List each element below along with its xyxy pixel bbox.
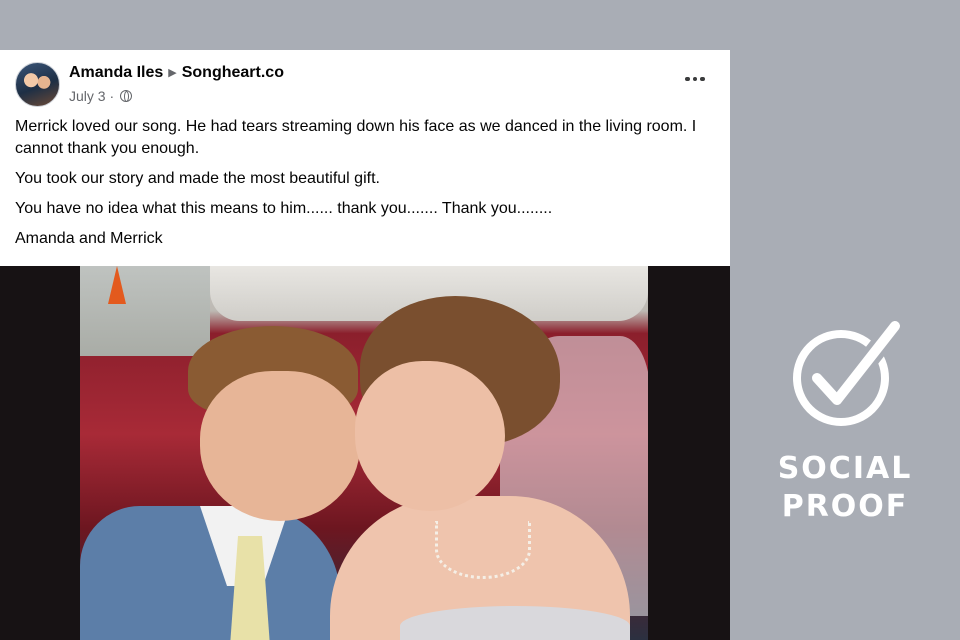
bride-necklace (435, 521, 531, 579)
author-name-link[interactable]: Amanda Iles (69, 64, 163, 81)
post-paragraph: Amanda and Merrick (15, 230, 163, 247)
more-dots-icon (685, 76, 690, 82)
post-paragraph: You took our story and made the most bea… (15, 170, 380, 187)
globe-icon (120, 90, 133, 102)
post-header: Amanda Iles ▶ Songheart.co July 3 · (15, 62, 710, 112)
meta-separator: · (109, 88, 115, 104)
post-date-link[interactable]: July 3 (69, 88, 106, 104)
social-proof-badge: SOCIAL PROOF (770, 318, 920, 526)
author-avatar[interactable] (15, 62, 60, 107)
check-circle-icon (793, 318, 901, 426)
wedding-couple-photo[interactable] (80, 266, 648, 640)
more-dot (692, 76, 698, 82)
more-options-button[interactable] (680, 68, 710, 90)
groom-face (200, 371, 360, 521)
post-author-line: Amanda Iles ▶ Songheart.co (69, 64, 284, 82)
photo-background (80, 266, 210, 356)
arrow-right-icon: ▶ (168, 67, 177, 79)
bride-dress (400, 606, 630, 640)
traffic-cone (108, 266, 126, 304)
post-meta: July 3 · (69, 88, 133, 104)
post-paragraph: You have no idea what this means to him.… (15, 200, 553, 217)
badge-label: SOCIAL PROOF (777, 451, 913, 524)
page-name-link[interactable]: Songheart.co (182, 64, 284, 81)
more-dot (700, 76, 705, 82)
post-text: Merrick loved our song. He had tears str… (15, 116, 705, 258)
post-paragraph: Merrick loved our song. He had tears str… (15, 118, 697, 157)
facebook-post-card: Amanda Iles ▶ Songheart.co July 3 · Merric… (0, 50, 730, 640)
bride-face (355, 361, 505, 511)
post-photo-container[interactable] (0, 266, 730, 640)
